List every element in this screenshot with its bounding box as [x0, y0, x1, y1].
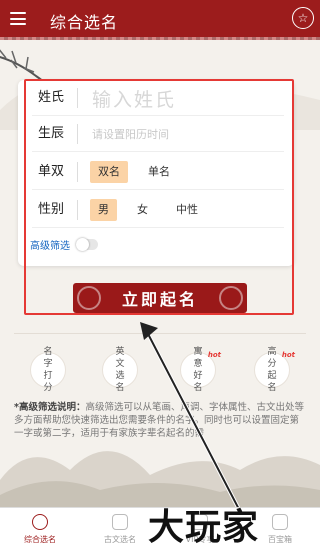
quick-link-label: 寓意好名 — [193, 347, 203, 393]
surname-input[interactable]: 输入姓氏 — [92, 85, 176, 112]
quick-link-meaningful-name[interactable]: 寓意好名 hot — [180, 347, 221, 393]
gender-male-option[interactable]: 男 — [90, 199, 117, 221]
advanced-filter-label: 高级筛选 — [30, 241, 70, 252]
tab-label: 古文选名 — [104, 535, 136, 544]
advanced-filter: 高级筛选 — [30, 237, 98, 252]
app-header: 综合选名 ☆ — [0, 0, 320, 37]
watermark: 大玩家 — [148, 506, 260, 548]
generate-name-button[interactable]: 立即起名 — [73, 283, 247, 313]
advanced-filter-toggle[interactable] — [76, 238, 98, 251]
note-title: *高级筛选说明： — [14, 402, 86, 413]
birth-label: 生辰 — [18, 124, 78, 144]
menu-icon[interactable] — [10, 12, 26, 25]
hot-badge: hot — [281, 351, 295, 359]
gender-neutral-option[interactable]: 中性 — [168, 199, 206, 221]
header-pattern-divider — [0, 37, 320, 40]
cloud-ornament-icon — [77, 286, 101, 310]
tab-label: 综合选名 — [24, 535, 56, 544]
cloud-ornament-icon — [219, 286, 243, 310]
quick-link-high-score[interactable]: 高分起名 hot — [254, 347, 295, 393]
generate-name-label: 立即起名 — [121, 290, 198, 309]
box-icon — [272, 514, 288, 530]
gender-label: 性别 — [18, 200, 78, 220]
quick-link-name-score[interactable]: 名字打分 — [30, 347, 66, 393]
name-form-card: 姓氏 输入姓氏 生辰 请设置阳历时间 单双 双名 单名 性别 男 女 中性 高级… — [18, 80, 294, 266]
tab-label: 百宝箱 — [268, 535, 292, 544]
surname-row: 姓氏 输入姓氏 — [18, 80, 294, 116]
advanced-filter-note: *高级筛选说明：高级筛选可以从笔画、声调、字体属性、古文出处等多方面帮助您快速筛… — [14, 401, 306, 440]
birth-row: 生辰 请设置阳历时间 — [18, 116, 294, 152]
quick-link-label: 高分起名 — [267, 347, 277, 393]
page-title: 综合选名 — [50, 13, 119, 32]
single-double-row: 单双 双名 单名 — [18, 154, 294, 190]
star-icon[interactable]: ☆ — [292, 7, 314, 29]
gender-row: 性别 男 女 中性 — [18, 192, 294, 228]
single-double-label: 单双 — [18, 162, 78, 182]
surname-label: 姓氏 — [18, 88, 78, 108]
hot-badge: hot — [207, 351, 221, 359]
section-divider — [14, 333, 306, 334]
tab-comprehensive[interactable]: 综合选名 — [0, 508, 80, 551]
quick-link-english-name[interactable]: 英文选名 — [102, 347, 138, 393]
person-icon — [32, 514, 48, 530]
double-name-option[interactable]: 双名 — [90, 161, 128, 183]
quick-link-label: 名字打分 — [43, 347, 53, 393]
single-name-option[interactable]: 单名 — [140, 161, 178, 183]
scroll-icon — [112, 514, 128, 530]
birth-date-input[interactable]: 请设置阳历时间 — [92, 126, 169, 142]
quick-link-label: 英文选名 — [115, 347, 125, 393]
gender-female-option[interactable]: 女 — [129, 199, 156, 221]
